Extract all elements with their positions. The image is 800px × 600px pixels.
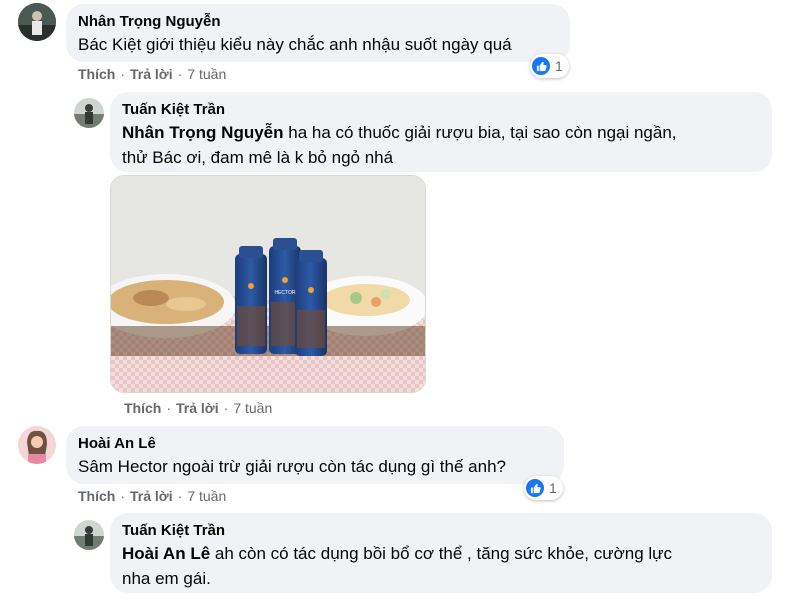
reaction-number: 1 <box>555 58 563 74</box>
like-link[interactable]: Thích <box>124 400 161 416</box>
comment-text: ah còn có tác dụng bồi bổ cơ thể , tăng … <box>214 544 673 563</box>
comment-text-line2: thử Bác ơi, đam mê là k bỏ ngỏ nhá <box>122 148 394 167</box>
like-link[interactable]: Thích <box>78 66 115 82</box>
timestamp[interactable]: 7 tuần <box>233 400 272 416</box>
like-icon <box>532 57 550 75</box>
comment-text-line2: nha em gái. <box>122 569 211 588</box>
reaction-count[interactable]: 1 <box>524 476 563 500</box>
reaction-count[interactable]: 1 <box>530 54 569 78</box>
comment-actions: Thích · Trả lời · 7 tuần <box>78 488 227 504</box>
avatar[interactable] <box>18 426 56 464</box>
timestamp[interactable]: 7 tuần <box>187 66 226 82</box>
comment-author[interactable]: Tuấn Kiệt Trần <box>122 100 758 120</box>
comment-actions: Thích · Trả lời · 7 tuần <box>78 66 227 82</box>
like-icon <box>526 479 544 497</box>
reaction-number: 1 <box>549 480 557 496</box>
like-link[interactable]: Thích <box>78 488 115 504</box>
avatar[interactable] <box>18 3 56 41</box>
reply-link[interactable]: Trả lời <box>130 66 173 82</box>
comment-bubble: Tuấn Kiệt Trần Nhân Trọng Nguyễn ha ha c… <box>110 92 772 172</box>
comment-bubble: Nhân Trọng Nguyễn Bác Kiệt giới thiệu ki… <box>66 4 570 62</box>
comment-text: Sâm Hector ngoài trừ giải rượu còn tác d… <box>78 457 506 476</box>
timestamp[interactable]: 7 tuần <box>187 488 226 504</box>
reply-link[interactable]: Trả lời <box>176 400 219 416</box>
comment-author[interactable]: Tuấn Kiệt Trần <box>122 521 758 541</box>
comment-photo[interactable]: HECTOR <box>110 175 426 393</box>
mention-link[interactable]: Nhân Trọng Nguyễn <box>122 123 284 142</box>
reply-link[interactable]: Trả lời <box>130 488 173 504</box>
comment-text: Bác Kiệt giới thiệu kiểu này chắc anh nh… <box>78 35 512 54</box>
comment-author[interactable]: Nhân Trọng Nguyễn <box>78 12 556 32</box>
comment-author[interactable]: Hoài An Lê <box>78 434 550 454</box>
avatar[interactable] <box>74 520 104 550</box>
avatar[interactable] <box>74 98 104 128</box>
comment-text: ha ha có thuốc giải rượu bia, tại sao cò… <box>288 123 677 142</box>
comment-bubble: Hoài An Lê Sâm Hector ngoài trừ giải rượ… <box>66 426 564 484</box>
comment-bubble: Tuấn Kiệt Trần Hoài An Lê ah còn có tác … <box>110 513 772 593</box>
photo-label: HECTOR <box>274 290 295 296</box>
mention-link[interactable]: Hoài An Lê <box>122 544 210 563</box>
comment-actions: Thích · Trả lời · 7 tuần <box>124 400 273 416</box>
